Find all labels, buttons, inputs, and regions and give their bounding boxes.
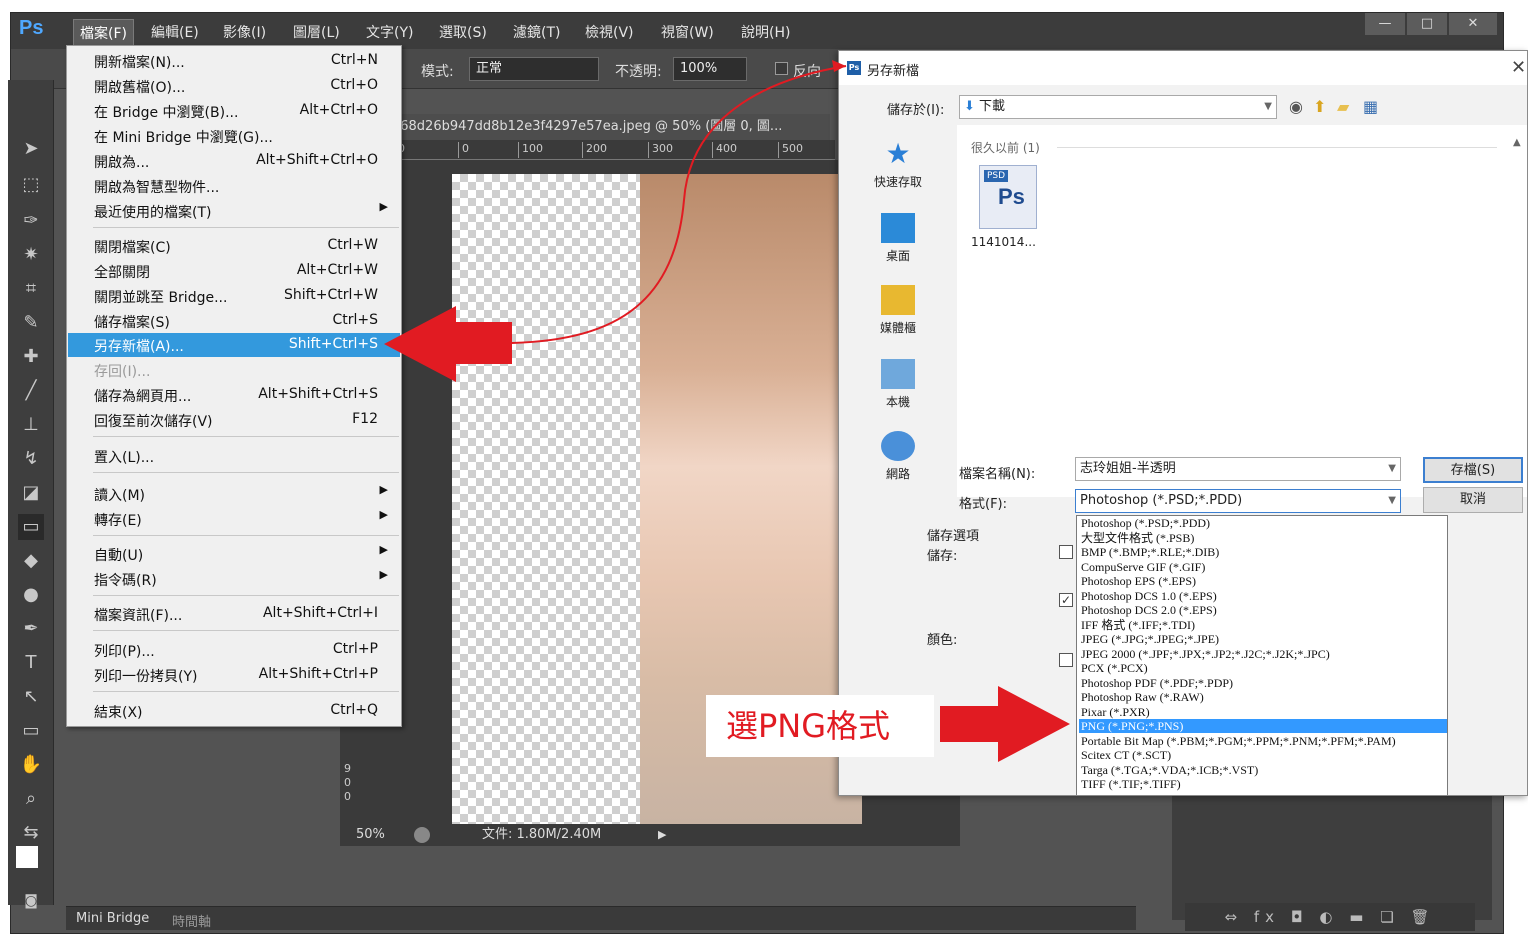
save-as-arrow-icon	[384, 306, 512, 382]
screenshot-stage: Ps 檔案(F) 編輯(E) 影像(I) 圖層(L) 文字(Y) 選取(S) 濾…	[0, 0, 1528, 934]
connector-arrowhead-icon	[832, 60, 846, 72]
png-format-arrow-icon	[940, 686, 1070, 762]
annotation-label: 選PNG格式	[706, 695, 934, 757]
annotation-overlay	[384, 60, 1070, 762]
connector-curve	[511, 65, 847, 344]
